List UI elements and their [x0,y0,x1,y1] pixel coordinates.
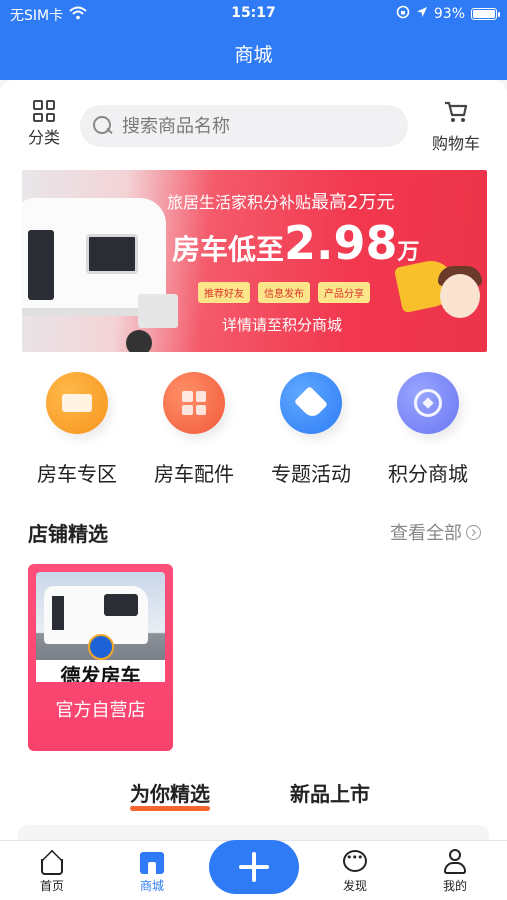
quick-entry-label: 专题活动 [271,462,351,486]
banner-subsidy-text: 旅居生活家积分补贴最高2万元 [167,192,395,213]
quick-entry-label: 房车专区 [37,462,117,486]
view-all-link[interactable]: 查看全部 [390,519,481,545]
banner-chip: 推荐好友 [198,282,250,303]
tabbar-shop[interactable]: 商城 [117,849,187,894]
category-grid-icon [33,100,55,122]
tab-for-you[interactable]: 为你精选 [130,778,210,811]
battery-icon [471,8,500,20]
search-icon [92,115,114,137]
category-button[interactable]: 分类 [22,100,66,148]
store-section-title: 店铺精选 [28,522,108,546]
quick-entry-rv-zone[interactable]: 房车专区 [22,372,132,487]
banner-headline: 房车低至2.98万 [172,216,420,270]
chat-bubble-icon [341,849,369,875]
rotation-lock-icon [396,5,410,23]
quick-entry-label: 积分商城 [388,462,468,486]
coin-icon [414,389,442,417]
status-bar: 无SIM卡 15:17 93% [0,5,507,25]
quick-entry-rv-parts[interactable]: 房车配件 [139,372,249,487]
plus-button[interactable] [209,840,299,894]
tabbar-discover[interactable]: 发现 [320,849,390,894]
quick-entry-activities[interactable]: 专题活动 [256,372,366,487]
shop-content: 分类 购物车 旅居生活家积分补贴最高2万元 房车低至2.98万 推荐好友 信息发… [0,80,507,840]
cart-label: 购物车 [431,134,480,153]
search-input[interactable] [122,115,382,137]
store-card[interactable]: 德发房车 官方自营店 [28,564,173,751]
shop-icon [138,849,166,875]
tabbar-home[interactable]: 首页 [17,849,87,894]
page-title: 商城 [234,44,273,66]
banner-chip: 产品分享 [318,282,370,303]
user-icon [441,849,469,875]
home-icon [38,849,66,875]
chevron-right-icon [466,524,481,540]
cart-button[interactable]: 购物车 [421,100,491,154]
location-arrow-icon [416,6,428,22]
banner-chip: 信息发布 [258,282,310,303]
category-label: 分类 [27,128,60,147]
search-bar[interactable] [80,105,408,147]
top-bar: 无SIM卡 15:17 93% 商城 [0,0,507,80]
banner-chips: 推荐好友 信息发布 产品分享 [198,282,370,303]
feed-card-peek [18,825,489,840]
store-name: 官方自营店 [55,700,146,721]
tag-icon [294,386,328,420]
promo-banner[interactable]: 旅居生活家积分补贴最高2万元 房车低至2.98万 推荐好友 信息发布 产品分享 … [22,170,487,352]
quick-entries: 房车专区 房车配件 专题活动 积分商城 [0,372,507,492]
feed-tabs: 为你精选 新品上市 [0,778,507,818]
quick-entry-label: 房车配件 [154,462,234,486]
quick-entry-points-mall[interactable]: 积分商城 [373,372,483,487]
rv-card-icon [62,394,92,412]
store-watermark: 德发房车 [36,660,165,682]
cartoon-mascot [440,274,480,318]
tabbar-me[interactable]: 我的 [420,849,490,894]
battery-percent: 93% [433,6,465,22]
tab-new-arrivals[interactable]: 新品上市 [290,778,370,807]
store-logo-icon [88,634,114,660]
cart-icon [443,101,469,128]
banner-cta-text: 详情请至积分商城 [222,316,343,334]
parts-grid-icon [182,391,206,415]
store-image: 德发房车 [36,572,165,682]
